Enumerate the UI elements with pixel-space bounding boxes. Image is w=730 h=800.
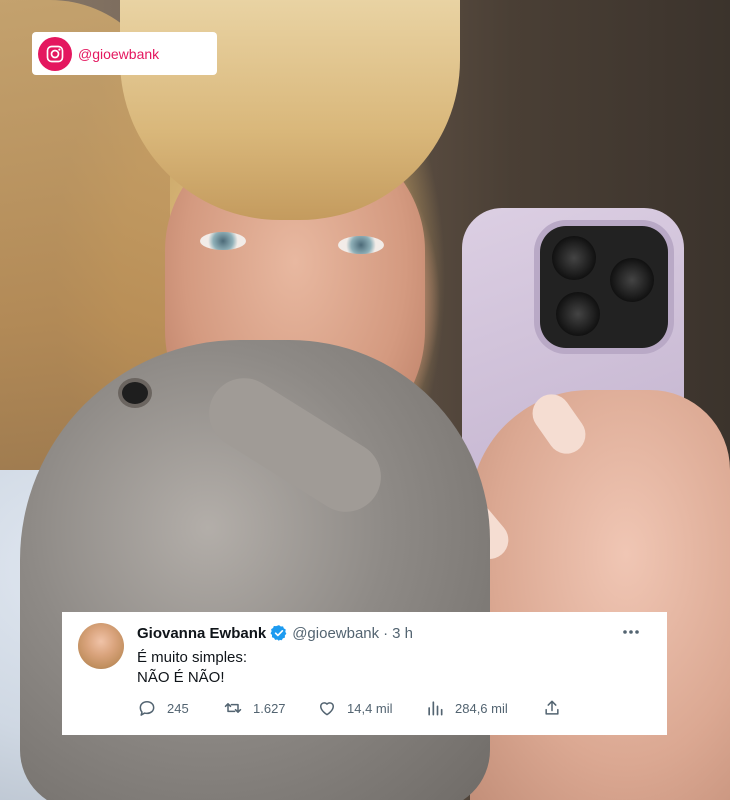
tweet-text: É muito simples: NÃO É NÃO! <box>137 648 247 688</box>
views-count: 284,6 mil <box>455 700 508 716</box>
left-eye <box>200 232 246 250</box>
tweet-text-line: NÃO É NÃO! <box>137 669 225 686</box>
camera-lens <box>552 236 596 280</box>
tweet-card[interactable]: Giovanna Ewbank @gioewbank · 3 h É muito… <box>62 612 667 735</box>
share-button[interactable] <box>542 698 562 718</box>
tweet-actions: 245 1.627 14,4 mil 284,6 mil <box>137 698 567 718</box>
instagram-handle: @gioewbank <box>78 45 160 62</box>
reply-count: 245 <box>167 700 189 716</box>
instagram-tag[interactable]: @gioewbank <box>32 32 217 75</box>
retweet-count: 1.627 <box>253 700 286 716</box>
hand <box>470 390 730 800</box>
tweet-time[interactable]: 3 h <box>392 625 413 642</box>
bunny-eye <box>122 382 148 404</box>
right-eye <box>338 236 384 254</box>
instagram-icon <box>38 36 72 71</box>
views-button[interactable]: 284,6 mil <box>425 698 508 718</box>
more-dots-icon[interactable] <box>621 624 641 640</box>
retweet-icon <box>224 703 242 713</box>
camera-lens <box>556 292 600 336</box>
views-icon <box>428 701 443 716</box>
like-button[interactable]: 14,4 mil <box>317 698 393 718</box>
separator: · <box>383 624 389 642</box>
share-icon <box>545 700 559 715</box>
tweet-handle[interactable]: @gioewbank <box>292 625 379 642</box>
heart-icon <box>320 702 334 716</box>
tweet-text-line: É muito simples: <box>137 649 248 666</box>
reply-icon <box>139 701 155 716</box>
camera-lens <box>610 258 654 302</box>
reply-button[interactable]: 245 <box>137 698 189 718</box>
like-count: 14,4 mil <box>347 700 393 716</box>
retweet-button[interactable]: 1.627 <box>223 698 286 718</box>
verified-badge-icon <box>270 624 288 642</box>
display-name[interactable]: Giovanna Ewbank <box>137 625 266 642</box>
avatar[interactable] <box>78 623 124 669</box>
tweet-header: Giovanna Ewbank @gioewbank · 3 h <box>137 624 413 642</box>
